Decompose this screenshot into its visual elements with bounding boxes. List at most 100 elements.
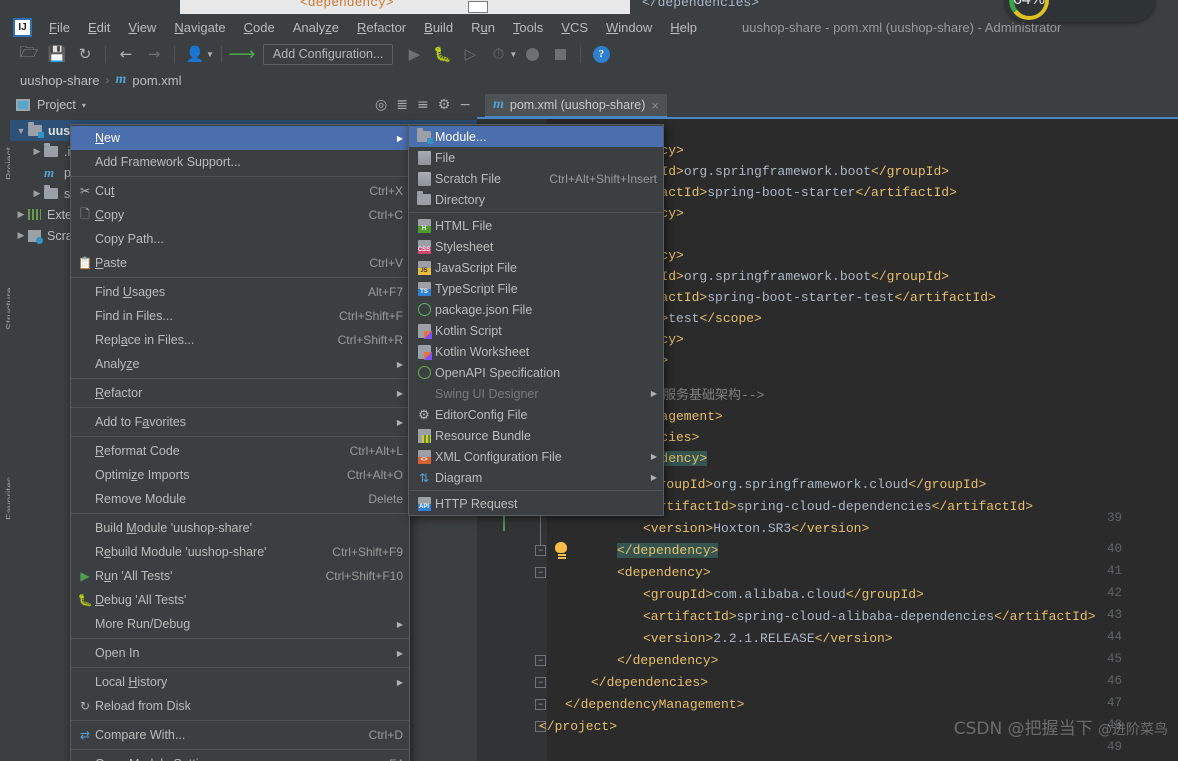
submenu-item-scratch-file[interactable]: Scratch File Ctrl+Alt+Shift+Insert	[409, 168, 663, 189]
breadcrumb-project[interactable]: uushop-share	[20, 73, 100, 88]
menu-item-copy[interactable]: 🗋 Copy Ctrl+C	[71, 203, 409, 227]
menu-item-find-usages[interactable]: Find Usages Alt+F7	[71, 280, 409, 304]
menu-item-copy-path[interactable]: Copy Path...	[71, 227, 409, 251]
profiler-icon[interactable]: ⏱	[485, 42, 511, 66]
menu-item-cut[interactable]: ✂ Cut Ctrl+X	[71, 179, 409, 203]
network-speed-widget[interactable]: 64% ↓ 0.3K/s	[1005, 0, 1155, 22]
record-icon[interactable]	[519, 42, 545, 66]
submenu-item-package-json-file[interactable]: package.json File	[409, 299, 663, 320]
submenu-item-resource-bundle[interactable]: Resource Bundle	[409, 425, 663, 446]
menu-item-refactor[interactable]: Refactor ▶	[71, 381, 409, 405]
submenu-item-typescript-file[interactable]: TS TypeScript File	[409, 278, 663, 299]
settings-gear-icon[interactable]: ⚙	[438, 97, 451, 113]
project-panel-title[interactable]: Project	[37, 98, 76, 112]
locate-icon[interactable]: ◎	[375, 97, 387, 113]
user-profile-icon[interactable]: 👤	[182, 42, 208, 66]
menu-analyze[interactable]: Analyze	[284, 17, 348, 38]
menu-item-more-run-debug[interactable]: More Run/Debug ▶	[71, 612, 409, 636]
menu-item-local-history[interactable]: Local History ▶	[71, 670, 409, 694]
run-coverage-icon[interactable]: ▷	[457, 42, 483, 66]
menu-item-optimize-imports[interactable]: Optimize Imports Ctrl+Alt+O	[71, 463, 409, 487]
menu-item-new[interactable]: New ▶	[71, 126, 409, 150]
menu-navigate[interactable]: Navigate	[165, 17, 234, 38]
chevron-right-icon[interactable]: ▶	[14, 209, 28, 220]
run-configuration-selector[interactable]: Add Configuration...	[262, 43, 394, 65]
menu-item-reload-from-disk[interactable]: ↻ Reload from Disk	[71, 694, 409, 718]
submenu-item-editorconfig-file[interactable]: ⚙ EditorConfig File	[409, 404, 663, 425]
submenu-item-xml-configuration-file[interactable]: <> XML Configuration File ▶	[409, 446, 663, 467]
menu-item-rebuild-module[interactable]: Rebuild Module 'uushop-share' Ctrl+Shift…	[71, 540, 409, 564]
menu-run[interactable]: Run	[462, 17, 504, 38]
fold-collapse-icon[interactable]: −	[535, 567, 546, 578]
save-icon[interactable]: 💾	[44, 42, 70, 66]
menu-file[interactable]: File	[40, 17, 79, 38]
menu-tools[interactable]: Tools	[504, 17, 552, 38]
submenu-item-kotlin-script[interactable]: Kotlin Script	[409, 320, 663, 341]
chevron-down-icon[interactable]: ▾	[82, 101, 86, 110]
chevron-right-icon[interactable]: ▶	[14, 230, 28, 241]
menu-item-compare-with[interactable]: ⇄ Compare With... Ctrl+D	[71, 723, 409, 747]
fold-collapse-icon[interactable]: −	[535, 677, 546, 688]
expand-all-icon[interactable]: ≣	[396, 97, 408, 113]
menu-item-find-in-files[interactable]: Find in Files... Ctrl+Shift+F	[71, 304, 409, 328]
collapse-all-icon[interactable]: ≡	[417, 97, 429, 113]
submenu-item-openapi-specification[interactable]: OpenAPI Specification	[409, 362, 663, 383]
debug-icon[interactable]: 🐛	[429, 42, 455, 66]
submenu-item-directory[interactable]: Directory	[409, 189, 663, 210]
submenu-item-http-request[interactable]: API HTTP Request	[409, 493, 663, 514]
chevron-down-icon[interactable]: ▼	[206, 50, 214, 59]
help-icon[interactable]: ?	[588, 42, 614, 66]
submenu-item-stylesheet[interactable]: CSS Stylesheet	[409, 236, 663, 257]
fold-collapse-icon[interactable]: −	[535, 545, 546, 556]
submenu-item-html-file[interactable]: H HTML File	[409, 215, 663, 236]
menu-item-add-to-favorites[interactable]: Add to Favorites ▶	[71, 410, 409, 434]
menu-help[interactable]: Help	[661, 17, 706, 38]
menu-item-remove-module[interactable]: Remove Module Delete	[71, 487, 409, 511]
breadcrumb-file[interactable]: pom.xml	[132, 73, 181, 88]
fold-collapse-icon[interactable]: −	[535, 655, 546, 666]
update-project-icon[interactable]: ⟶	[228, 42, 255, 66]
menu-item-open-in[interactable]: Open In ▶	[71, 641, 409, 665]
profiler-chevron-down-icon[interactable]: ▼	[509, 50, 517, 59]
menu-item-analyze[interactable]: Analyze ▶	[71, 352, 409, 376]
menu-refactor[interactable]: Refactor	[348, 17, 415, 38]
submenu-item-kotlin-worksheet[interactable]: Kotlin Worksheet	[409, 341, 663, 362]
open-folder-icon[interactable]: 🗁	[16, 42, 42, 66]
submenu-item-file[interactable]: File	[409, 147, 663, 168]
hide-panel-icon[interactable]: −	[459, 97, 471, 113]
menu-item-reformat-code[interactable]: Reformat Code Ctrl+Alt+L	[71, 439, 409, 463]
fold-collapse-icon[interactable]: −	[535, 699, 546, 710]
context-menu[interactable]: New ▶ Add Framework Support... ✂ Cut Ctr…	[70, 124, 410, 761]
background-minimize-button[interactable]	[468, 1, 488, 13]
intention-bulb-icon[interactable]	[555, 542, 568, 557]
menu-item-debug-all-tests[interactable]: 🐛 Debug 'All Tests'	[71, 588, 409, 612]
close-icon[interactable]: ×	[651, 98, 659, 113]
editor-tab-pom-xml[interactable]: m pom.xml (uushop-share) ×	[485, 94, 667, 118]
menu-item-open-module-settings[interactable]: Open Module Settings F4	[71, 752, 409, 761]
menu-item-label: Find in Files...	[95, 309, 173, 323]
menu-item-paste[interactable]: 📋 Paste Ctrl+V	[71, 251, 409, 275]
submenu-item-javascript-file[interactable]: JS JavaScript File	[409, 257, 663, 278]
submenu-item-module[interactable]: Module...	[409, 126, 663, 147]
forward-arrow-icon[interactable]: →	[141, 42, 167, 66]
back-arrow-icon[interactable]: ←	[113, 42, 139, 66]
submenu-item-diagram[interactable]: ⇅ Diagram ▶	[409, 467, 663, 488]
menu-code[interactable]: Code	[235, 17, 284, 38]
menu-edit[interactable]: Edit	[79, 17, 119, 38]
chevron-down-icon[interactable]: ▼	[14, 126, 28, 136]
menu-build[interactable]: Build	[415, 17, 462, 38]
menu-vcs[interactable]: VCS	[552, 17, 597, 38]
run-icon[interactable]: ▶	[401, 42, 427, 66]
menu-item-add-framework-support[interactable]: Add Framework Support...	[71, 150, 409, 174]
sync-icon[interactable]: ↻	[72, 42, 98, 66]
chevron-right-icon[interactable]: ▶	[30, 146, 44, 157]
new-submenu[interactable]: Module... File Scratch File Ctrl+Alt+Shi…	[408, 124, 664, 516]
menu-item-run-all-tests[interactable]: ▶ Run 'All Tests' Ctrl+Shift+F10	[71, 564, 409, 588]
menu-item-build-module[interactable]: Build Module 'uushop-share'	[71, 516, 409, 540]
menu-view[interactable]: View	[119, 17, 165, 38]
stop-icon[interactable]	[547, 42, 573, 66]
menu-window[interactable]: Window	[597, 17, 661, 38]
chevron-right-icon[interactable]: ▶	[30, 188, 44, 199]
code-line: </dependencyManagement>	[565, 697, 745, 712]
menu-item-replace-in-files[interactable]: Replace in Files... Ctrl+Shift+R	[71, 328, 409, 352]
